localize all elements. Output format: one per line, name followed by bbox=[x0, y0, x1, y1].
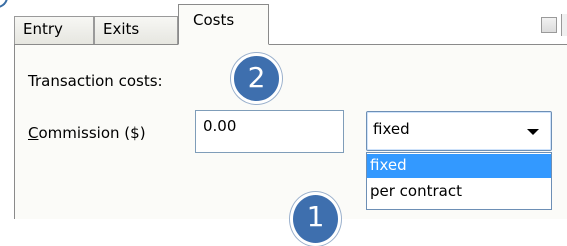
tab-exits[interactable]: Exits bbox=[94, 16, 178, 44]
dropdown-option-fixed[interactable]: fixed bbox=[367, 154, 551, 178]
cost-type-select[interactable]: fixed bbox=[366, 111, 552, 151]
commission-label: Commission ($) bbox=[28, 124, 146, 142]
cost-type-dropdown-list: fixed per contract bbox=[366, 152, 552, 210]
top-right-checkbox[interactable] bbox=[541, 17, 557, 33]
callout-marker-1: 1 bbox=[290, 192, 341, 246]
top-right-control-fragment bbox=[561, 14, 567, 36]
dropdown-option-per-contract[interactable]: per contract bbox=[367, 180, 551, 204]
tab-entry[interactable]: Entry bbox=[14, 16, 94, 44]
commission-input-value: 0.00 bbox=[203, 117, 237, 135]
corner-arc-decoration bbox=[0, 0, 8, 8]
tab-costs-label: Costs bbox=[193, 11, 235, 29]
tab-entry-label: Entry bbox=[23, 20, 63, 38]
commission-label-rest: ommission ($) bbox=[38, 124, 146, 142]
commission-label-accesskey: C bbox=[28, 124, 39, 142]
chevron-down-icon[interactable] bbox=[527, 129, 539, 135]
commission-input[interactable]: 0.00 bbox=[195, 110, 344, 153]
tab-costs[interactable]: Costs bbox=[178, 4, 269, 45]
tab-exits-label: Exits bbox=[103, 20, 140, 38]
callout-marker-2: 2 bbox=[231, 53, 282, 104]
cost-type-selected-value: fixed bbox=[373, 120, 410, 138]
transaction-costs-label: Transaction costs: bbox=[28, 72, 163, 90]
